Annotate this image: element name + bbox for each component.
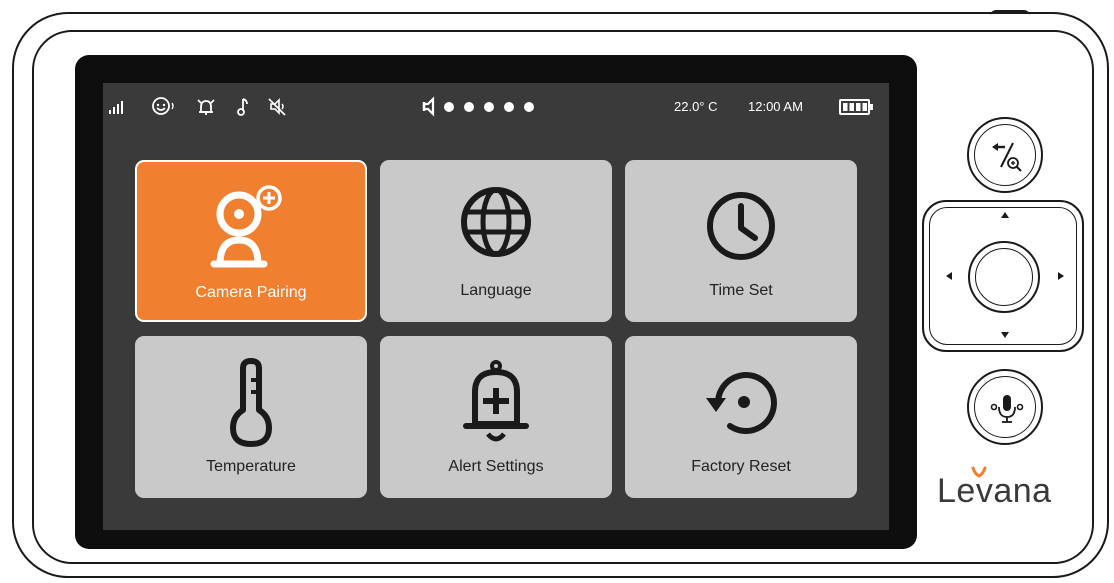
alarm-icon (197, 99, 215, 115)
tile-label: Camera Pairing (195, 284, 307, 301)
clock-readout: 12:00 AM (748, 99, 803, 114)
battery-bar (856, 103, 861, 111)
tile-label: Time Set (709, 282, 773, 299)
mic-icon (990, 395, 1024, 423)
signal-icon (109, 101, 123, 114)
talk-button[interactable] (967, 369, 1043, 445)
volume-dot (504, 102, 514, 112)
thermometer-icon (230, 358, 272, 447)
logo-text: Levana (937, 472, 1052, 510)
clock-icon (707, 192, 775, 260)
baby-face-icon (152, 97, 174, 115)
tile-temperature[interactable]: Temperature (135, 336, 367, 498)
tile-time-set[interactable]: Time Set (625, 160, 857, 322)
music-note-icon (237, 98, 248, 116)
arrow-right-icon (1058, 272, 1064, 280)
dpad[interactable] (922, 200, 1084, 352)
speaker-icon[interactable] (421, 96, 441, 118)
back-zoom-button[interactable] (967, 117, 1043, 193)
camera-add-icon (210, 185, 282, 268)
battery-bar (843, 103, 848, 111)
logo-heart-icon (971, 466, 987, 478)
globe-icon (461, 187, 531, 257)
tile-camera-pairing[interactable]: Camera Pairing (135, 160, 367, 322)
arrow-left-icon (946, 272, 952, 280)
tile-factory-reset[interactable]: Factory Reset (625, 336, 857, 498)
tile-alert-settings[interactable]: Alert Settings (380, 336, 612, 498)
back-zoom-icon (992, 142, 1022, 172)
tile-language[interactable]: Language (380, 160, 612, 322)
status-bar: 22.0° C 12:00 AM (103, 83, 889, 129)
brand-logo: Levana (937, 466, 1052, 511)
bell-plus-icon (463, 360, 529, 442)
volume-dot (524, 102, 534, 112)
volume-dot (464, 102, 474, 112)
monitor-screen: 22.0° C 12:00 AM Camera Pairing Language… (103, 83, 889, 530)
volume-dot (444, 102, 454, 112)
ok-button[interactable] (968, 241, 1040, 313)
power-button[interactable] (990, 10, 1030, 18)
arrow-up-icon (1001, 212, 1009, 218)
battery-bar (849, 103, 854, 111)
battery-bar (862, 103, 867, 111)
reset-icon (706, 372, 777, 435)
temperature-readout: 22.0° C (674, 99, 718, 114)
tile-label: Alert Settings (448, 458, 544, 475)
volume-level[interactable] (443, 100, 553, 114)
tile-label: Language (460, 282, 532, 299)
battery-icon (839, 99, 873, 115)
arrow-down-icon (1001, 332, 1009, 338)
volume-dot (484, 102, 494, 112)
mute-icon (268, 98, 286, 116)
tile-label: Factory Reset (691, 458, 791, 475)
tile-label: Temperature (206, 458, 296, 475)
